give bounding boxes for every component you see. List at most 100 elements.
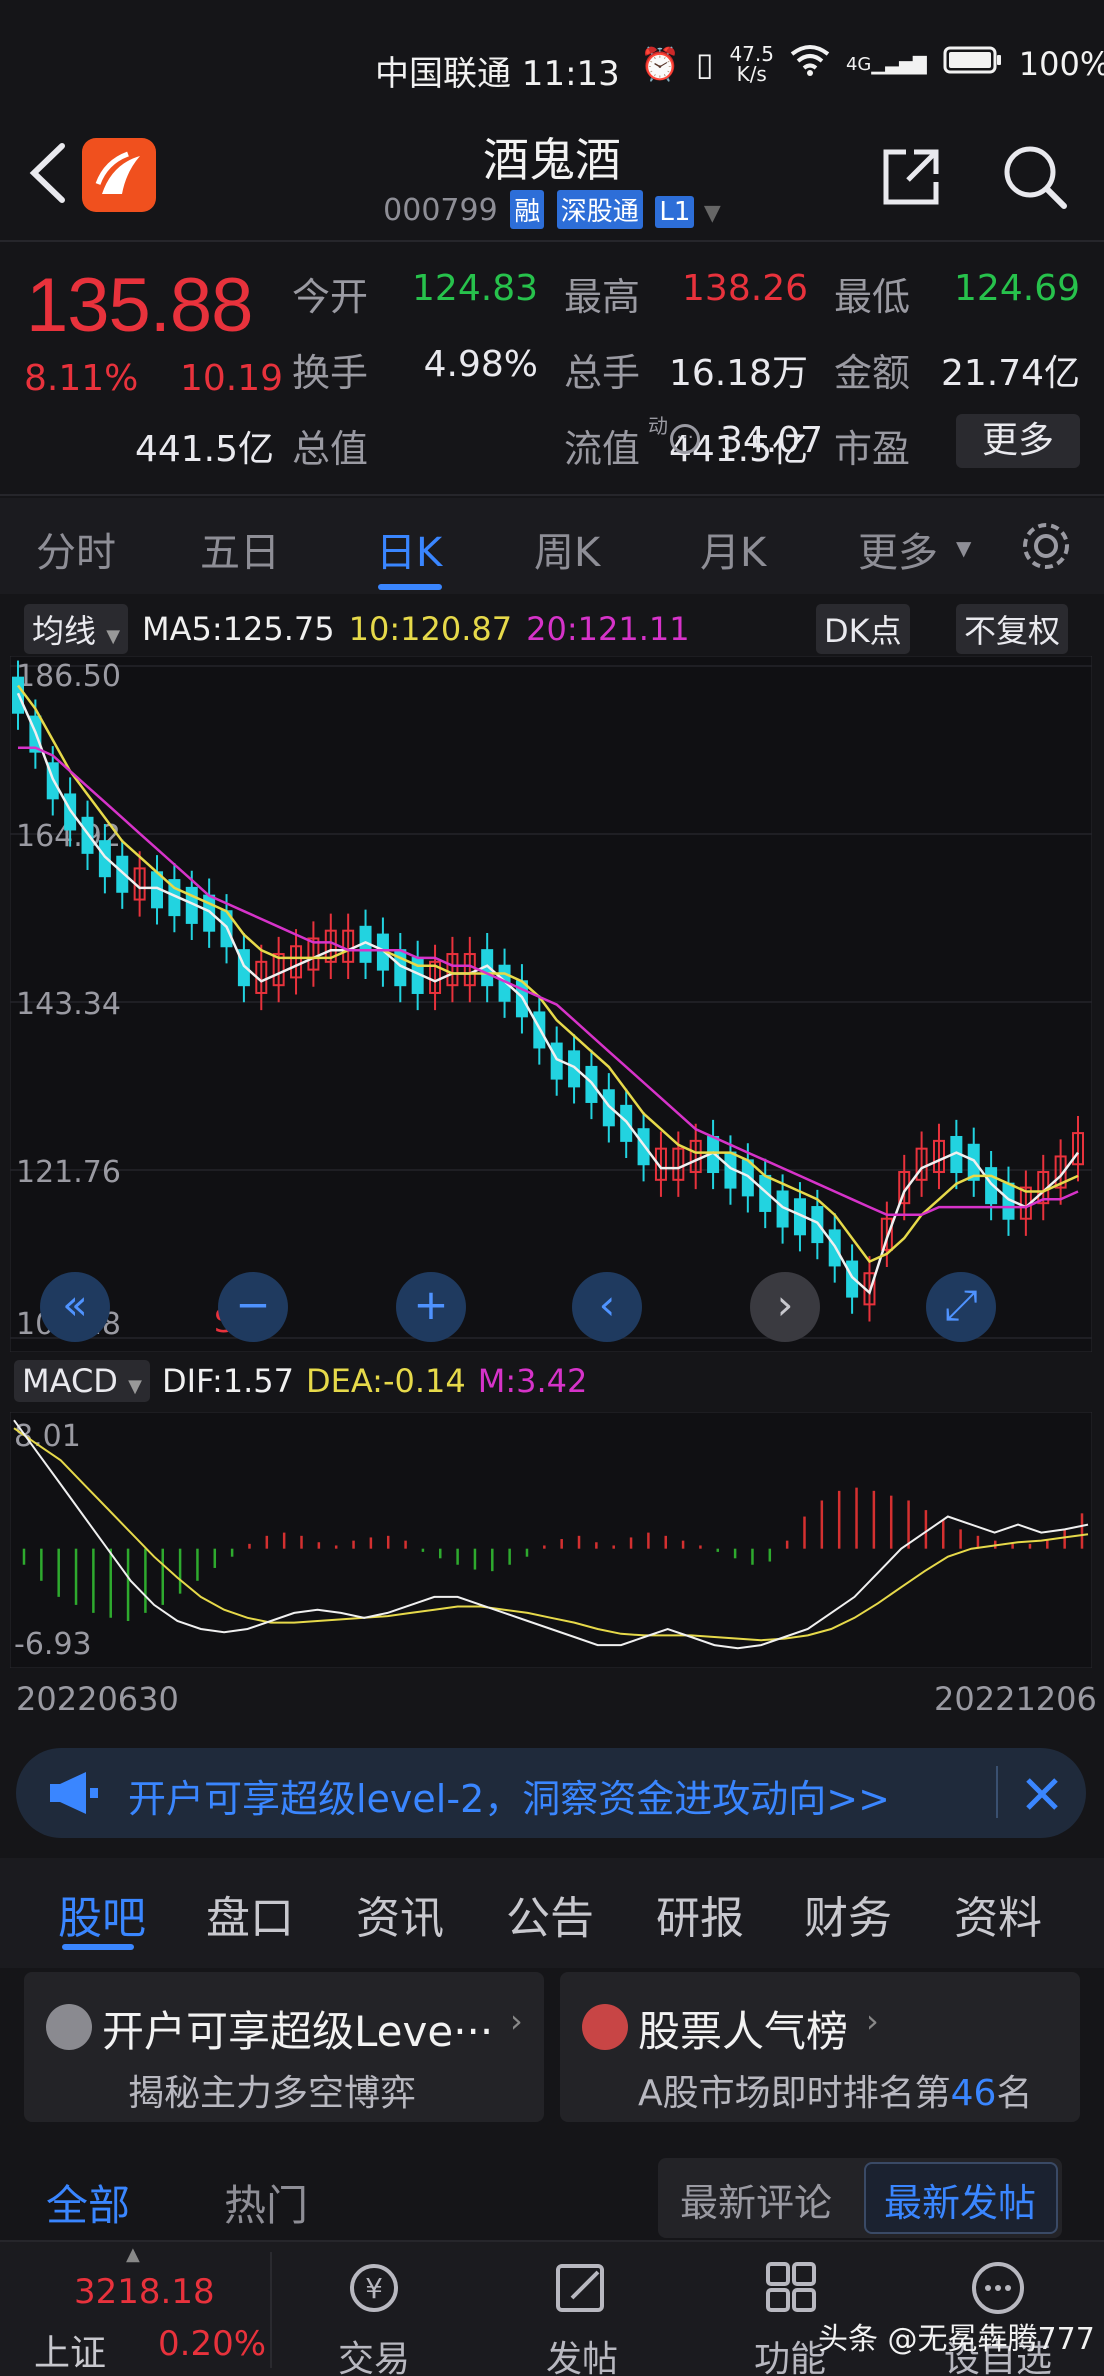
megaphone-icon [50, 1772, 98, 1814]
quote-label-5: 金额 [834, 351, 911, 395]
info-tab-1[interactable]: 盘口 [206, 1882, 294, 1946]
status-icons: ⏰ ▯ 47.5 K/s 4G▁▃▅▇ 100% [640, 44, 1104, 84]
zoom-out-icon[interactable]: − [218, 1272, 288, 1342]
ma-legend: 均线 ▼ MA5:125.75 10:120.87 20:121.11 [24, 604, 690, 654]
nav-post-label: 发帖 [545, 2339, 618, 2376]
trade-icon: ¥ [350, 2264, 398, 2312]
signal-icon: 4G▁▃▅▇ [845, 53, 927, 75]
quote-label-3: 换手 [292, 351, 369, 395]
quote-label-0: 今开 [292, 275, 369, 319]
index-name: 上证 [34, 2333, 107, 2374]
index-ticker[interactable]: ▲ 3218.18 上证 0.20% [0, 2242, 270, 2376]
chevron-down-icon: ▼ [128, 1376, 142, 1397]
macd-legend: MACD ▼ DIF:1.57 DEA:-0.14 M:3.42 [14, 1360, 587, 1402]
nav-post[interactable]: 发帖 [512, 2260, 652, 2376]
signal-label: 4G [845, 53, 872, 75]
banner-text: 开户可享超级level-2，洞察资金进攻动向>> [128, 1777, 890, 1821]
dropdown-caret-icon[interactable]: ▼ [704, 201, 721, 226]
info-tab-5[interactable]: 财务 [804, 1882, 892, 1946]
pe-info-icon[interactable]: ··· [670, 424, 700, 454]
rewind-icon[interactable]: « [40, 1272, 110, 1342]
wallet-icon [46, 2004, 92, 2050]
caret-up-icon: ▲ [126, 2244, 140, 2265]
dk-button[interactable]: DK点 [816, 604, 910, 654]
filter-all[interactable]: 全部 [46, 2172, 130, 2233]
kline-y-tick: 186.50 [16, 659, 121, 694]
rank-number: 46 [950, 2073, 997, 2114]
period-tab-2[interactable]: 日K [376, 520, 442, 578]
quote-value-6: 441.5亿 [134, 429, 274, 470]
info-tab-2[interactable]: 资讯 [356, 1882, 444, 1946]
period-tab-1[interactable]: 五日 [200, 520, 280, 578]
ma5-value: MA5:125.75 [142, 610, 335, 648]
watermark: 头条 @无冕犇腾777 [818, 2322, 1095, 2357]
kline-chart[interactable]: 186.50164.92143.34121.76100.18S [10, 656, 1092, 1352]
gear-icon[interactable] [1018, 518, 1074, 574]
more-dots-icon [972, 2262, 1024, 2314]
fullscreen-icon[interactable]: ⤢ [926, 1272, 996, 1342]
card-popularity[interactable]: 股票人气榜 › A股市场即时排名第46名 [560, 1972, 1080, 2122]
card-popularity-sub: A股市场即时排名第46名 [638, 2064, 1032, 2116]
zoom-in-icon[interactable]: + [396, 1272, 466, 1342]
adjust-button[interactable]: 不复权 [956, 604, 1069, 654]
net-speed-unit: K/s [736, 62, 767, 86]
tag-level: L1 [655, 196, 695, 228]
quote-value-0: 124.83 [412, 268, 538, 309]
battery-percent: 100% [1018, 45, 1104, 83]
info-tab-6[interactable]: 资料 [954, 1882, 1042, 1946]
change-percent: 8.11% [24, 358, 139, 399]
prev-icon[interactable]: ‹ [572, 1272, 642, 1342]
index-percent: 0.20% [158, 2324, 267, 2364]
info-tab-underline [62, 1944, 134, 1950]
sort-toggle: 最新评论 最新发帖 [658, 2158, 1062, 2238]
card-popularity-title: 股票人气榜 [638, 2007, 849, 2056]
chevron-down-icon: ▼ [106, 626, 121, 647]
rank-suffix: 名 [996, 2073, 1033, 2114]
period-tab-5[interactable]: 更多 [858, 520, 938, 578]
period-tab-0[interactable]: 分时 [36, 520, 116, 578]
info-tab-0[interactable]: 股吧 [58, 1882, 146, 1946]
search-button[interactable] [1000, 142, 1068, 210]
last-price: 135.88 [26, 263, 253, 348]
kline-y-tick: 143.34 [16, 987, 121, 1022]
quote-value-4: 16.18万 [668, 353, 808, 394]
macd-y-tick-bottom: -6.93 [14, 1627, 92, 1662]
nav-trade[interactable]: ¥ 交易 [304, 2260, 444, 2376]
wifi-icon [790, 44, 830, 84]
next-icon[interactable]: › [750, 1272, 820, 1342]
macd-chart[interactable]: 8.01 -6.93 [10, 1412, 1092, 1668]
index-value: 3218.18 [74, 2272, 215, 2312]
more-quote-button[interactable]: 更多 [956, 414, 1080, 468]
active-tab-underline [378, 584, 442, 590]
close-icon[interactable] [1022, 1774, 1062, 1814]
search-icon [1004, 146, 1067, 209]
pe-superscript: 动 [648, 414, 668, 438]
kline-plot-area [10, 656, 1092, 1352]
quote-label-1: 最高 [564, 275, 641, 319]
sort-latest-comment[interactable]: 最新评论 [680, 2172, 832, 2227]
indicator-selector[interactable]: 均线 ▼ [24, 604, 129, 654]
alarm-icon: ⏰ [640, 45, 680, 83]
svg-text:¥: ¥ [365, 2272, 383, 2305]
info-tab-4[interactable]: 研报 [656, 1882, 744, 1946]
info-tab-3[interactable]: 公告 [506, 1882, 594, 1946]
quote-value-5: 21.74亿 [940, 353, 1080, 394]
period-tab-3[interactable]: 周K [534, 520, 600, 578]
period-tab-4[interactable]: 月K [700, 520, 766, 578]
kline-y-tick: 121.76 [16, 1155, 121, 1190]
quote-value-8: 34.07 [720, 420, 824, 461]
filter-hot[interactable]: 热门 [224, 2172, 308, 2233]
card-level2[interactable]: 开户可享超级Leve··· › 揭秘主力多空博弈 [24, 1972, 544, 2122]
share-button[interactable] [880, 146, 942, 208]
sort-latest-post[interactable]: 最新发帖 [884, 2172, 1036, 2227]
macd-selector[interactable]: MACD ▼ [14, 1360, 150, 1402]
dif-value: DIF:1.57 [161, 1362, 294, 1400]
quote-divider [0, 494, 1104, 496]
rank-prefix: A股市场即时排名第 [638, 2073, 951, 2114]
promo-banner[interactable]: 开户可享超级level-2，洞察资金进攻动向>> [16, 1748, 1086, 1838]
quote-label-4: 总手 [564, 351, 641, 395]
quote-label-7: 流值 [564, 427, 641, 471]
macd-selector-label: MACD [22, 1362, 118, 1400]
x-label-end: 20221206 [934, 1680, 1097, 1718]
quote-value-1: 138.26 [682, 268, 808, 309]
